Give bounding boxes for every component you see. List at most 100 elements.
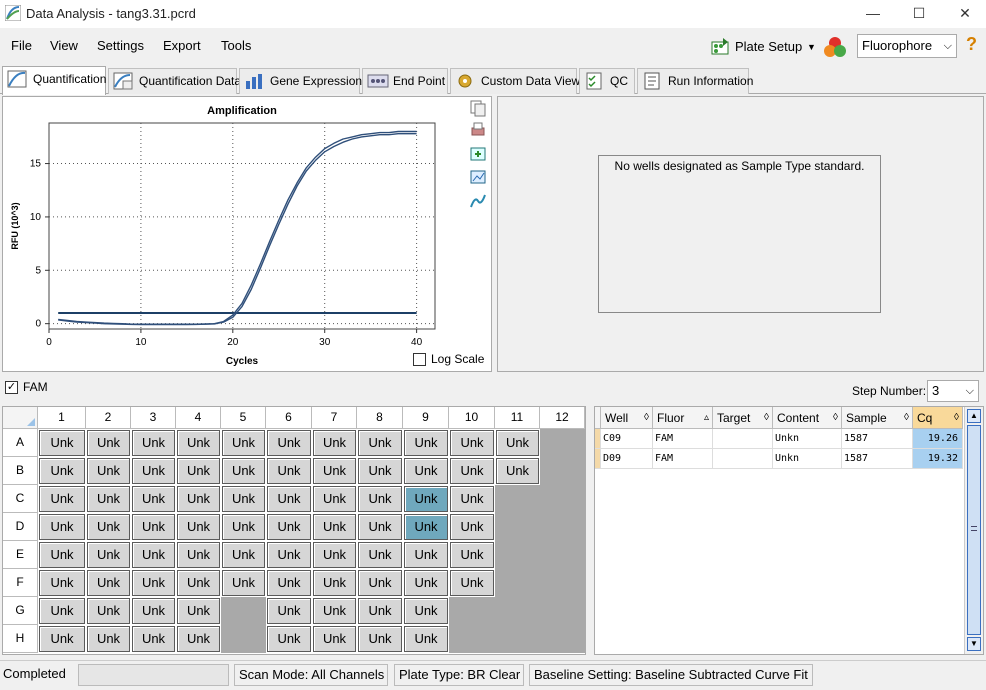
plate-well[interactable]: Unk [404, 514, 448, 540]
step-number-select[interactable]: 3 ⌵ [927, 380, 979, 402]
plate-well[interactable]: Unk [222, 458, 265, 484]
plate-column-header[interactable]: 10 [449, 407, 495, 429]
plate-well[interactable]: Unk [358, 598, 402, 624]
log-scale-checkbox[interactable] [413, 353, 426, 366]
plate-row-header[interactable]: E [3, 541, 38, 569]
plate-well[interactable]: Unk [267, 486, 311, 512]
plate-well[interactable]: Unk [87, 514, 130, 540]
table-cell-fluor[interactable]: FAM [653, 449, 713, 469]
tab-quantification[interactable]: Quantification [2, 66, 106, 95]
plate-well[interactable]: Unk [404, 570, 448, 596]
plate-well[interactable]: Unk [177, 570, 220, 596]
plate-row-header[interactable]: D [3, 513, 38, 541]
plate-well[interactable]: Unk [358, 486, 402, 512]
plate-well[interactable]: Unk [39, 458, 85, 484]
help-icon[interactable]: ? [966, 34, 977, 55]
plate-well[interactable]: Unk [358, 542, 402, 568]
menu-file[interactable]: File [11, 38, 32, 53]
color-icon[interactable] [822, 35, 848, 59]
plate-column-header[interactable]: 7 [312, 407, 357, 429]
plate-row-header[interactable]: F [3, 569, 38, 597]
plate-well[interactable]: Unk [267, 598, 311, 624]
plate-well[interactable]: Unk [222, 514, 265, 540]
plate-well[interactable]: Unk [39, 514, 85, 540]
plate-well[interactable]: Unk [222, 430, 265, 456]
plate-well[interactable]: Unk [177, 514, 220, 540]
plate-well[interactable]: Unk [404, 542, 448, 568]
table-cell-content[interactable]: Unkn [773, 449, 842, 469]
close-button[interactable]: ✕ [942, 0, 986, 28]
plate-well[interactable]: Unk [358, 570, 402, 596]
plate-well[interactable]: Unk [39, 542, 85, 568]
plate-column-header[interactable]: 11 [495, 407, 540, 429]
plate-well[interactable]: Unk [450, 570, 494, 596]
table-cell-sample[interactable]: 1587 [842, 449, 913, 469]
plate-well[interactable]: Unk [404, 598, 448, 624]
print-icon[interactable] [469, 121, 487, 139]
column-header-well[interactable]: Well ◊ [601, 407, 653, 429]
plate-well[interactable]: Unk [358, 626, 402, 652]
tab-gene-expression[interactable]: Gene Expression [239, 68, 362, 94]
plate-well[interactable]: Unk [87, 626, 130, 652]
plate-well[interactable]: Unk [267, 626, 311, 652]
plate-well[interactable]: Unk [177, 458, 220, 484]
plate-well[interactable]: Unk [87, 570, 130, 596]
plate-well[interactable]: Unk [222, 486, 265, 512]
scroll-up-icon[interactable]: ▲ [967, 409, 981, 423]
fam-checkbox[interactable]: ✓ [5, 381, 18, 394]
plate-well[interactable]: Unk [267, 430, 311, 456]
tab-custom-data-view[interactable]: Custom Data View [450, 68, 580, 94]
plate-well[interactable]: Unk [313, 430, 356, 456]
plate-column-header[interactable]: 3 [131, 407, 176, 429]
table-cell-target[interactable] [713, 429, 773, 449]
amplification-chart[interactable]: 0 10 20 30 40 0 5 10 15 Amplification Cycles RFU (1… [3, 97, 491, 371]
scroll-thumb[interactable] [967, 425, 981, 635]
table-cell-cq[interactable]: 19.26 [913, 429, 963, 449]
plate-well[interactable]: Unk [404, 486, 448, 512]
column-header-sample[interactable]: Sample ◊ [842, 407, 913, 429]
menu-tools[interactable]: Tools [221, 38, 251, 53]
plate-well[interactable]: Unk [177, 430, 220, 456]
table-cell-fluor[interactable]: FAM [653, 429, 713, 449]
save-image-icon[interactable] [469, 145, 487, 163]
plate-column-header[interactable]: 2 [86, 407, 131, 429]
plate-row-header[interactable]: C [3, 485, 38, 513]
plate-well[interactable]: Unk [496, 430, 539, 456]
column-header-fluor[interactable]: Fluor ▵ [653, 407, 713, 429]
plate-well[interactable]: Unk [222, 570, 265, 596]
plate-well[interactable]: Unk [313, 542, 356, 568]
plate-well[interactable]: Unk [177, 486, 220, 512]
column-header-target[interactable]: Target ◊ [713, 407, 773, 429]
plate-well[interactable]: Unk [313, 486, 356, 512]
plate-well[interactable]: Unk [267, 542, 311, 568]
plate-well[interactable]: Unk [132, 430, 175, 456]
minimize-button[interactable]: — [850, 0, 896, 28]
table-cell-cq[interactable]: 19.32 [913, 449, 963, 469]
plate-well[interactable]: Unk [313, 458, 356, 484]
plate-column-header[interactable]: 9 [403, 407, 449, 429]
plate-well[interactable]: Unk [450, 430, 494, 456]
plate-well[interactable]: Unk [87, 458, 130, 484]
plate-well[interactable]: Unk [267, 570, 311, 596]
tab-quantification-data[interactable]: Quantification Data [108, 68, 241, 94]
plate-well[interactable]: Unk [450, 542, 494, 568]
plate-column-header[interactable]: 12 [540, 407, 585, 429]
plate-column-header[interactable]: 4 [176, 407, 221, 429]
plate-well[interactable]: Unk [222, 542, 265, 568]
plate-well[interactable]: Unk [267, 458, 311, 484]
plate-well[interactable]: Unk [39, 598, 85, 624]
plate-well[interactable]: Unk [313, 570, 356, 596]
tab-run-information[interactable]: Run Information [637, 68, 753, 94]
column-header-content[interactable]: Content ◊ [773, 407, 842, 429]
menu-settings[interactable]: Settings [97, 38, 144, 53]
plate-row-header[interactable]: A [3, 429, 38, 457]
table-cell-sample[interactable]: 1587 [842, 429, 913, 449]
table-cell-well[interactable]: C09 [601, 429, 653, 449]
copy-icon[interactable] [469, 99, 487, 117]
plate-well[interactable]: Unk [450, 486, 494, 512]
plate-well[interactable]: Unk [87, 542, 130, 568]
plate-well[interactable]: Unk [313, 514, 356, 540]
plate-column-header[interactable]: 6 [266, 407, 312, 429]
plate-well[interactable]: Unk [132, 486, 175, 512]
plate-row-header[interactable]: B [3, 457, 38, 485]
